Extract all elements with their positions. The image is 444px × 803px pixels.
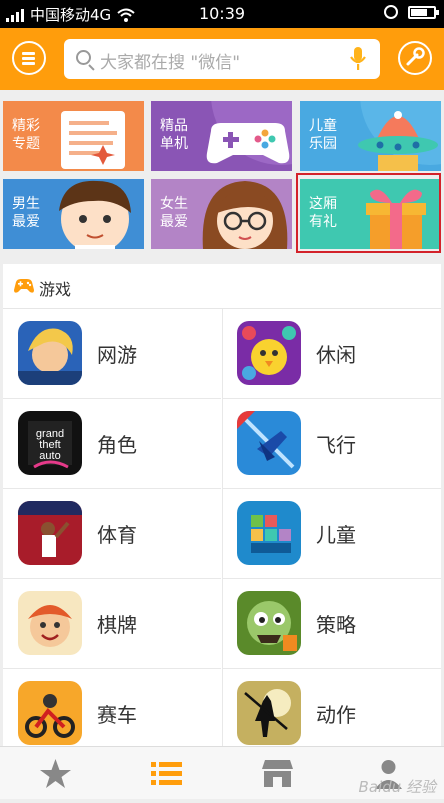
store-icon (262, 760, 293, 787)
board-card-app-icon (18, 591, 82, 655)
category-label: 休闲 (316, 343, 356, 367)
category-casual[interactable]: 休闲 (222, 309, 441, 399)
tile-label: 女生最爱 (160, 196, 188, 230)
category-label: 体育 (97, 523, 137, 547)
nav-categories[interactable] (111, 747, 222, 799)
flying-game-app-icon (237, 411, 301, 475)
action-game-app-icon (237, 681, 301, 745)
racing-game-app-icon (18, 681, 82, 745)
games-title: 游戏 (39, 280, 72, 299)
bottom-navigation: Baidu 经验 (0, 746, 444, 799)
category-label: 赛车 (97, 703, 137, 727)
games-header: 游戏 (3, 264, 441, 309)
tile-single-player[interactable]: 精品单机 (151, 101, 292, 171)
category-label: 角色 (97, 433, 137, 457)
tile-label: 这厢有礼 (309, 196, 337, 230)
category-label: 动作 (316, 703, 356, 727)
category-board-card[interactable]: 棋牌 (3, 579, 221, 669)
microphone-icon[interactable] (349, 46, 367, 72)
category-label: 棋牌 (97, 613, 137, 637)
sports-game-app-icon (18, 501, 82, 565)
category-label: 策略 (316, 613, 356, 637)
nav-store[interactable] (222, 747, 333, 799)
category-kids[interactable]: 儿童 (222, 489, 441, 579)
status-bar: 中国移动4G 10:39 (0, 0, 444, 28)
tile-boys-favorite[interactable]: 男生最爱 (3, 179, 144, 249)
category-label: 网游 (97, 343, 137, 367)
search-placeholder: 大家都在搜 "微信" (100, 53, 241, 73)
category-label: 儿童 (316, 523, 356, 547)
category-strategy[interactable]: 策略 (222, 579, 441, 669)
svg-text:auto: auto (39, 450, 60, 462)
battery-icon (408, 5, 439, 19)
kids-game-app-icon (237, 501, 301, 565)
search-bar[interactable]: 大家都在搜 "微信" (64, 39, 380, 79)
tile-girls-favorite[interactable]: 女生最爱 (151, 179, 292, 249)
category-role-playing[interactable]: grand theft auto 角色 (3, 399, 221, 489)
app-header: 大家都在搜 "微信" (0, 28, 444, 90)
games-section: 游戏 网游 休闲 grand theft auto 角色 飞行 体育 儿童 棋牌… (3, 264, 441, 759)
online-game-app-icon (18, 321, 82, 385)
wrench-icon (406, 47, 425, 66)
search-icon (76, 50, 91, 65)
nav-featured[interactable] (0, 747, 111, 799)
tools-button[interactable] (398, 41, 432, 75)
category-label: 飞行 (316, 433, 356, 457)
category-flying[interactable]: 飞行 (222, 399, 441, 489)
list-icon (151, 762, 182, 785)
star-icon (40, 759, 71, 788)
strategy-game-app-icon (237, 591, 301, 655)
tile-topics[interactable]: 精彩专题 (3, 101, 144, 171)
tile-kids[interactable]: 儿童乐园 (300, 101, 441, 171)
alarm-icon (384, 5, 398, 19)
category-sports[interactable]: 体育 (3, 489, 221, 579)
category-action[interactable]: 动作 (222, 669, 441, 758)
tile-label: 精品单机 (160, 118, 188, 152)
tile-label: 精彩专题 (12, 118, 40, 152)
clock: 10:39 (198, 4, 246, 23)
casual-game-app-icon (237, 321, 301, 385)
category-online-games[interactable]: 网游 (3, 309, 221, 399)
role-playing-app-icon: grand theft auto (18, 411, 82, 475)
tile-label: 男生最爱 (12, 196, 40, 230)
gamepad-icon (14, 279, 34, 293)
watermark: Baidu 经验 (358, 778, 436, 796)
tile-label: 儿童乐园 (309, 118, 337, 152)
menu-button[interactable] (12, 41, 46, 75)
